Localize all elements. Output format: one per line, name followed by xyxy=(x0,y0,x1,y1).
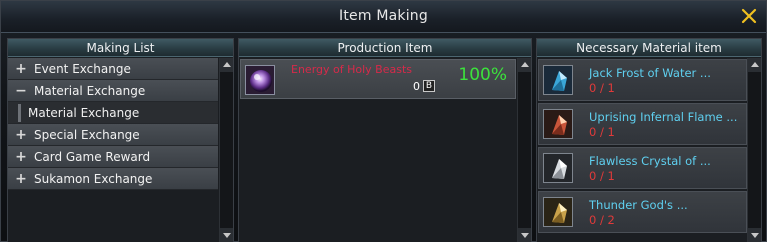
scroll-up-arrow-icon[interactable] xyxy=(518,58,531,72)
material-panel: Necessary Material item Jack Frost of Wa… xyxy=(536,38,762,242)
material-quantity: 0 / 1 xyxy=(589,125,615,139)
category-sukamon-exchange[interactable]: + Sukamon Exchange xyxy=(8,168,218,190)
scroll-up-arrow-icon[interactable] xyxy=(748,58,761,72)
white-crystal-icon xyxy=(543,153,573,183)
material-name: Jack Frost of Water ... xyxy=(589,66,711,80)
production-count: 0 xyxy=(413,80,420,93)
production-item-panel: Production Item Energy of Holy Beasts 10… xyxy=(238,38,532,242)
category-material-exchange[interactable]: − Material Exchange xyxy=(8,80,218,102)
item-making-window: Item Making Making List + Event Exchange… xyxy=(0,0,767,242)
collapse-minus-icon[interactable]: − xyxy=(14,83,28,99)
making-list-panel: Making List + Event Exchange − Material … xyxy=(7,38,234,242)
material-quantity: 0 / 1 xyxy=(589,169,615,183)
subitem-material-exchange[interactable]: Material Exchange xyxy=(8,102,218,124)
expand-plus-icon[interactable]: + xyxy=(14,171,28,187)
material-name: Thunder God's ... xyxy=(589,198,688,212)
category-label: Sukamon Exchange xyxy=(34,171,153,186)
bound-badge: B xyxy=(423,80,435,92)
material-quantity: 0 / 2 xyxy=(589,213,615,227)
scroll-down-arrow-icon[interactable] xyxy=(748,228,761,242)
scroll-up-arrow-icon[interactable] xyxy=(220,58,233,72)
making-list-scrollbar[interactable] xyxy=(219,58,233,242)
close-icon[interactable] xyxy=(740,7,758,25)
material-list: Jack Frost of Water ... 0 / 1 Uprising I… xyxy=(538,59,747,235)
category-card-game-reward[interactable]: + Card Game Reward xyxy=(8,146,218,168)
material-name: Uprising Infernal Flame ... xyxy=(589,110,738,124)
success-rate: 100% xyxy=(458,65,507,85)
scroll-down-arrow-icon[interactable] xyxy=(220,228,233,242)
category-label: Special Exchange xyxy=(34,127,140,142)
material-item[interactable]: Thunder God's ... 0 / 2 xyxy=(538,191,747,233)
material-item[interactable]: Jack Frost of Water ... 0 / 1 xyxy=(538,59,747,101)
category-event-exchange[interactable]: + Event Exchange xyxy=(8,58,218,80)
material-scrollbar[interactable] xyxy=(747,58,761,242)
expand-plus-icon[interactable]: + xyxy=(14,61,28,77)
gold-crystal-icon xyxy=(543,197,573,227)
category-special-exchange[interactable]: + Special Exchange xyxy=(8,124,218,146)
material-name: Flawless Crystal of ... xyxy=(589,154,711,168)
title-bar: Item Making xyxy=(1,1,766,33)
material-header: Necessary Material item xyxy=(537,39,761,57)
expand-plus-icon[interactable]: + xyxy=(14,149,28,165)
making-list-header: Making List xyxy=(8,39,233,57)
window-title: Item Making xyxy=(339,8,428,24)
material-item[interactable]: Uprising Infernal Flame ... 0 / 1 xyxy=(538,103,747,145)
subitem-label: Material Exchange xyxy=(28,105,140,120)
purple-orb-icon xyxy=(245,65,275,95)
scroll-down-arrow-icon[interactable] xyxy=(518,228,531,242)
category-label: Card Game Reward xyxy=(34,149,151,164)
material-item[interactable]: Flawless Crystal of ... 0 / 1 xyxy=(538,147,747,189)
expand-plus-icon[interactable]: + xyxy=(14,127,28,143)
making-list: + Event Exchange − Material Exchange Mat… xyxy=(8,58,218,190)
red-crystal-icon xyxy=(543,109,573,139)
production-item-row[interactable]: Energy of Holy Beasts 100% 0 B xyxy=(240,59,516,99)
blue-crystal-icon xyxy=(543,65,573,95)
production-item-name: Energy of Holy Beasts xyxy=(291,63,412,76)
production-item-header: Production Item xyxy=(239,39,531,57)
production-scrollbar[interactable] xyxy=(517,58,531,242)
material-quantity: 0 / 1 xyxy=(589,81,615,95)
category-label: Event Exchange xyxy=(34,61,131,76)
category-label: Material Exchange xyxy=(34,83,146,98)
